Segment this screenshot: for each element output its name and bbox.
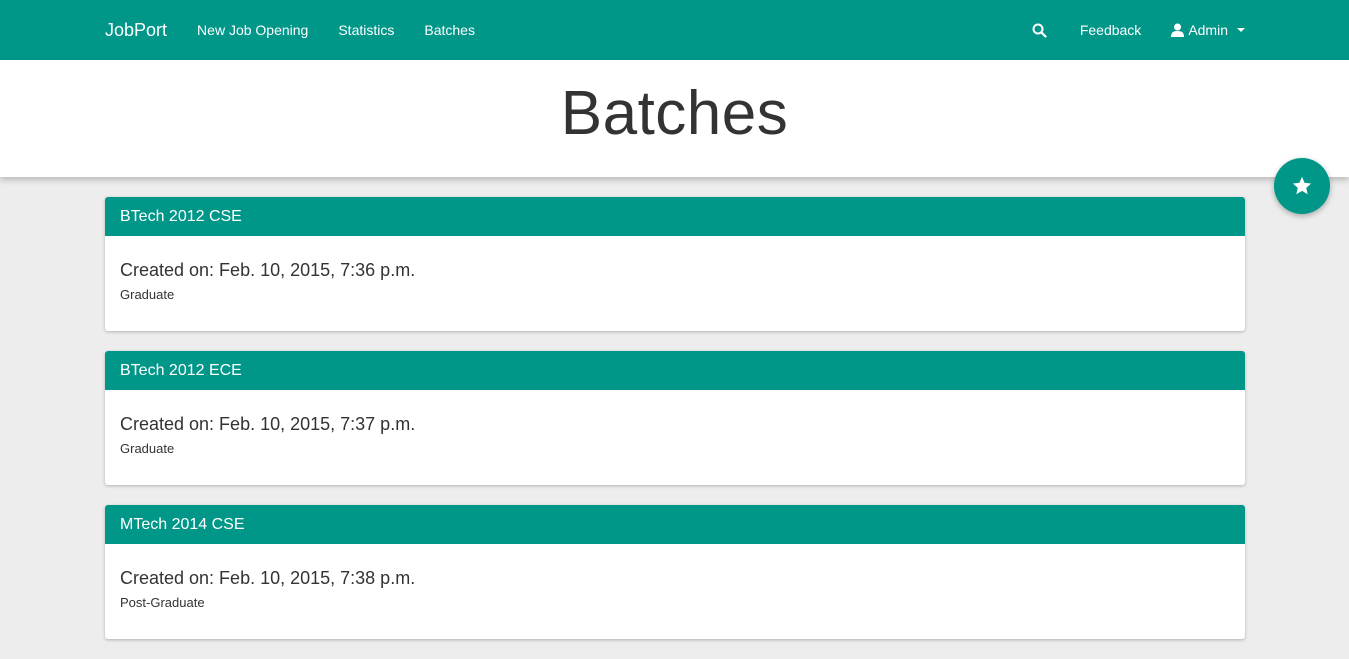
batch-list: BTech 2012 CSE Created on: Feb. 10, 2015… [105,197,1245,659]
star-icon [1292,176,1312,195]
batch-created-date: Created on: Feb. 10, 2015, 7:36 p.m. [120,260,416,280]
admin-dropdown[interactable]: Admin [1156,0,1260,60]
batch-name[interactable]: BTech 2012 CSE [105,197,1245,236]
batch-level: Graduate [120,441,175,456]
batch-name[interactable]: MTech 2014 CSE [105,505,1245,544]
brand-link[interactable]: JobPort [90,0,182,60]
search-icon [1032,23,1047,38]
batch-details: Created on: Feb. 10, 2015, 7:37 p.m. Gra… [105,390,1245,485]
page-title: Batches [560,79,789,148]
user-icon [1171,23,1185,37]
nav-link-new-job-opening[interactable]: New Job Opening [182,0,323,60]
page-header: Batches [0,60,1349,177]
navbar-container: JobPort New Job Opening Statistics Batch… [90,0,1260,60]
feedback-link[interactable]: Feedback [1065,0,1156,60]
favorite-fab-button[interactable] [1274,158,1330,214]
batch-panel: BTech 2012 ECE Created on: Feb. 10, 2015… [105,351,1245,485]
batch-panel: BTech 2012 CSE Created on: Feb. 10, 2015… [105,197,1245,331]
batch-level: Graduate [120,287,175,302]
batch-level: Post-Graduate [120,595,205,610]
batch-details: Created on: Feb. 10, 2015, 7:36 p.m. Gra… [105,236,1245,331]
batch-created-date: Created on: Feb. 10, 2015, 7:38 p.m. [120,568,416,588]
batch-panel: MTech 2014 CSE Created on: Feb. 10, 2015… [105,505,1245,639]
admin-label: Admin [1188,22,1228,38]
batch-name[interactable]: BTech 2012 ECE [105,351,1245,390]
navbar-right: Feedback Admin [1015,0,1260,60]
nav-link-batches[interactable]: Batches [409,0,490,60]
top-navbar: JobPort New Job Opening Statistics Batch… [0,0,1349,60]
chevron-down-icon [1237,28,1245,32]
batch-created-date: Created on: Feb. 10, 2015, 7:37 p.m. [120,414,416,434]
search-button[interactable] [1015,0,1065,60]
nav-link-statistics[interactable]: Statistics [323,0,409,60]
batch-details: Created on: Feb. 10, 2015, 7:38 p.m. Pos… [105,544,1245,639]
